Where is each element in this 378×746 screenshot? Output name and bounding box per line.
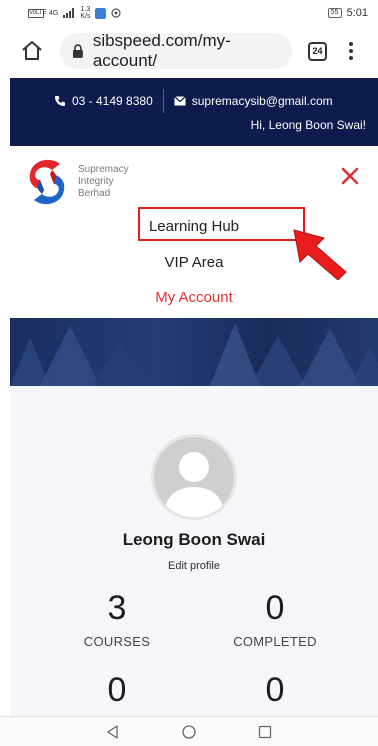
menu-item-my-account[interactable]: My Account <box>10 289 378 306</box>
app-notification-icon <box>95 7 107 19</box>
stat-value: 3 <box>107 589 127 627</box>
close-icon[interactable] <box>340 166 360 186</box>
stat-label: COMPLETED <box>233 634 317 649</box>
phone-contact[interactable]: 03 - 4149 8380 <box>54 94 153 108</box>
cityscape-image <box>10 318 378 386</box>
status-right: 55 5:01 <box>327 7 368 19</box>
stat-completed: 0 COMPLETED <box>215 590 335 649</box>
mobile-menu: Supremacy Integrity Berhad Learning Hub … <box>10 146 378 318</box>
status-bar: VoLTE 4G 1.3 K/s 55 5:01 <box>0 0 378 26</box>
email-address: supremacysib@gmail.com <box>191 94 333 108</box>
contact-divider <box>162 89 164 113</box>
edit-profile-link[interactable]: Edit profile <box>10 560 378 572</box>
stat-fourth: 0 <box>215 672 335 708</box>
stat-value: 0 <box>265 671 285 709</box>
home-icon[interactable] <box>20 39 44 63</box>
volte-icon: VoLTE <box>28 8 47 18</box>
logo-line-3: Berhad <box>78 188 111 199</box>
status-left: VoLTE 4G 1.3 K/s <box>28 6 122 20</box>
url-text: sibspeed.com/my-account/ <box>92 31 231 70</box>
address-bar[interactable]: sibspeed.com/my-account/ <box>60 31 292 70</box>
site-logo[interactable]: Supremacy Integrity Berhad <box>22 156 129 208</box>
profile-card: Leong Boon Swai Edit profile 3 COURSES 0… <box>10 386 378 716</box>
logo-text: Supremacy Integrity Berhad <box>78 164 129 200</box>
user-placeholder-icon <box>164 452 224 517</box>
stat-value: 0 <box>107 671 127 709</box>
tab-switcher-button[interactable]: 24 <box>308 41 327 61</box>
clock: 5:01 <box>346 7 368 19</box>
data-speed: 1.3 K/s <box>80 6 90 20</box>
data-speed-unit: K/s <box>80 13 91 20</box>
browser-toolbar: sibspeed.com/my-account/ 24 <box>0 26 378 76</box>
highlight-box <box>138 207 305 241</box>
stat-value: 0 <box>265 589 285 627</box>
signal-icon <box>63 8 75 18</box>
data-speed-value: 1.3 <box>80 6 91 13</box>
home-circle-icon[interactable] <box>181 724 197 740</box>
logo-line-1: Supremacy <box>78 164 129 175</box>
recents-icon[interactable] <box>257 724 273 740</box>
phone-number: 03 - 4149 8380 <box>72 94 153 108</box>
email-contact[interactable]: supremacysib@gmail.com <box>173 94 333 108</box>
system-nav-bar <box>0 716 378 746</box>
network-type: 4G <box>49 9 59 17</box>
contact-row: 03 - 4149 8380 supremacysib@gmail.com <box>54 89 333 113</box>
user-greeting: Hi, Leong Boon Swai! <box>250 118 366 132</box>
stat-courses: 3 COURSES <box>57 590 177 649</box>
lock-icon <box>72 44 83 58</box>
account-banner <box>10 318 378 386</box>
envelope-icon <box>173 96 186 106</box>
notification-icon <box>111 8 122 18</box>
profile-name: Leong Boon Swai <box>122 530 266 549</box>
stat-label: COURSES <box>83 634 151 649</box>
stat-third: 0 <box>57 672 177 708</box>
phone-icon <box>55 96 65 106</box>
contact-header: 03 - 4149 8380 supremacysib@gmail.com Hi… <box>10 78 378 146</box>
more-menu-icon[interactable] <box>349 42 353 60</box>
logo-line-2: Integrity <box>78 176 114 187</box>
avatar[interactable] <box>151 434 237 520</box>
logo-icon <box>29 159 65 205</box>
battery-icon: 55 <box>327 8 342 18</box>
pointer-arrow-icon <box>293 229 347 280</box>
back-icon[interactable] <box>105 724 121 740</box>
